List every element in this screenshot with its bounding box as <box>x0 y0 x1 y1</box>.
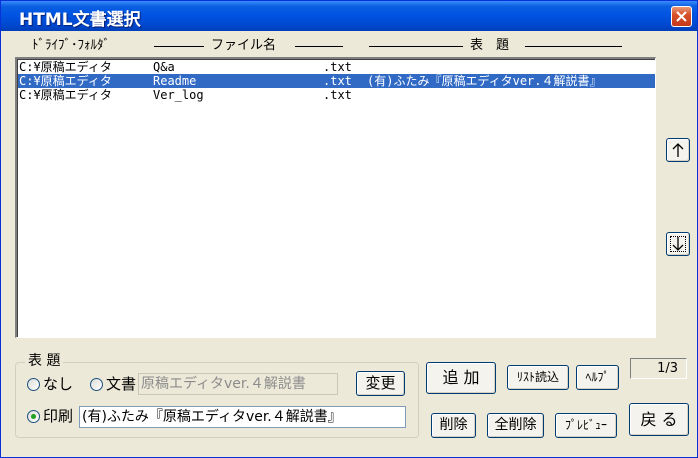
list-row[interactable]: C:¥原稿エディタ Q&a .txt <box>18 60 655 74</box>
change-button[interactable]: 変更 <box>356 371 405 396</box>
row-drive: C:¥原稿エディタ <box>19 60 112 74</box>
radio-selected-dot <box>31 414 36 419</box>
row-extension: .txt <box>323 60 352 74</box>
document-list[interactable]: C:¥原稿エディタ Q&a .txt C:¥原稿エディタ Readme .txt… <box>15 57 656 338</box>
close-icon <box>676 11 687 22</box>
delete-button[interactable]: 削除 <box>431 413 476 438</box>
move-down-button[interactable] <box>666 232 690 256</box>
column-header-title: 表 題 <box>470 38 510 53</box>
arrow-down-icon <box>672 237 684 251</box>
list-load-button[interactable]: ﾘｽﾄ読込 <box>507 365 569 390</box>
row-drive: C:¥原稿エディタ <box>19 74 112 88</box>
row-title: (有)ふたみ『原稿エディタver.４解説書』 <box>367 74 602 88</box>
column-header-drive: ﾄﾞﾗｲﾌﾞ･ﾌｫﾙﾀﾞ <box>32 38 110 53</box>
header-rule <box>369 46 463 47</box>
radio-document-label: 文書 <box>106 375 137 393</box>
row-extension: .txt <box>323 74 352 88</box>
title-bar[interactable]: HTML文書選択 <box>1 1 697 31</box>
window-title: HTML文書選択 <box>19 10 141 30</box>
row-drive: C:¥原稿エディタ <box>19 88 112 102</box>
header-rule <box>525 46 622 47</box>
radio-print-label: 印刷 <box>43 407 74 425</box>
document-title-field[interactable]: 原稿エディタver.４解説書 <box>138 373 338 395</box>
row-filename: Q&a <box>153 60 175 74</box>
row-extension: .txt <box>323 88 352 102</box>
header-rule <box>154 46 204 47</box>
move-up-button[interactable] <box>666 138 690 162</box>
back-button[interactable]: 戻 る <box>629 403 689 436</box>
preview-button[interactable]: ﾌﾟﾚﾋﾞｭｰ <box>555 413 617 438</box>
arrow-up-icon <box>672 143 684 157</box>
help-button[interactable]: ﾍﾙﾌﾟ <box>576 365 619 390</box>
list-row[interactable]: C:¥原稿エディタ Ver_log .txt <box>18 88 655 102</box>
header-rule <box>295 46 343 47</box>
radio-none-label: なし <box>43 375 74 393</box>
radio-print[interactable] <box>27 410 40 423</box>
column-header-file: ファイル名 <box>211 38 277 53</box>
delete-all-button[interactable]: 全削除 <box>487 413 544 438</box>
radio-document[interactable] <box>90 378 103 391</box>
print-title-field[interactable]: (有)ふたみ『原稿エディタver.４解説書』 <box>79 406 406 428</box>
page-counter: 1/3 <box>630 358 687 379</box>
list-row[interactable]: C:¥原稿エディタ Readme .txt (有)ふたみ『原稿エディタver.４… <box>18 74 655 88</box>
row-filename: Readme <box>153 74 197 88</box>
row-filename: Ver_log <box>153 88 204 102</box>
radio-none[interactable] <box>27 378 40 391</box>
add-button[interactable]: 追 加 <box>426 362 496 394</box>
close-button[interactable] <box>671 6 692 27</box>
dialog-window: HTML文書選択 ﾄﾞﾗｲﾌﾞ･ﾌｫﾙﾀﾞ ファイル名 表 題 C:¥原稿エディ… <box>0 0 698 458</box>
title-group-label: 表 題 <box>25 352 64 370</box>
